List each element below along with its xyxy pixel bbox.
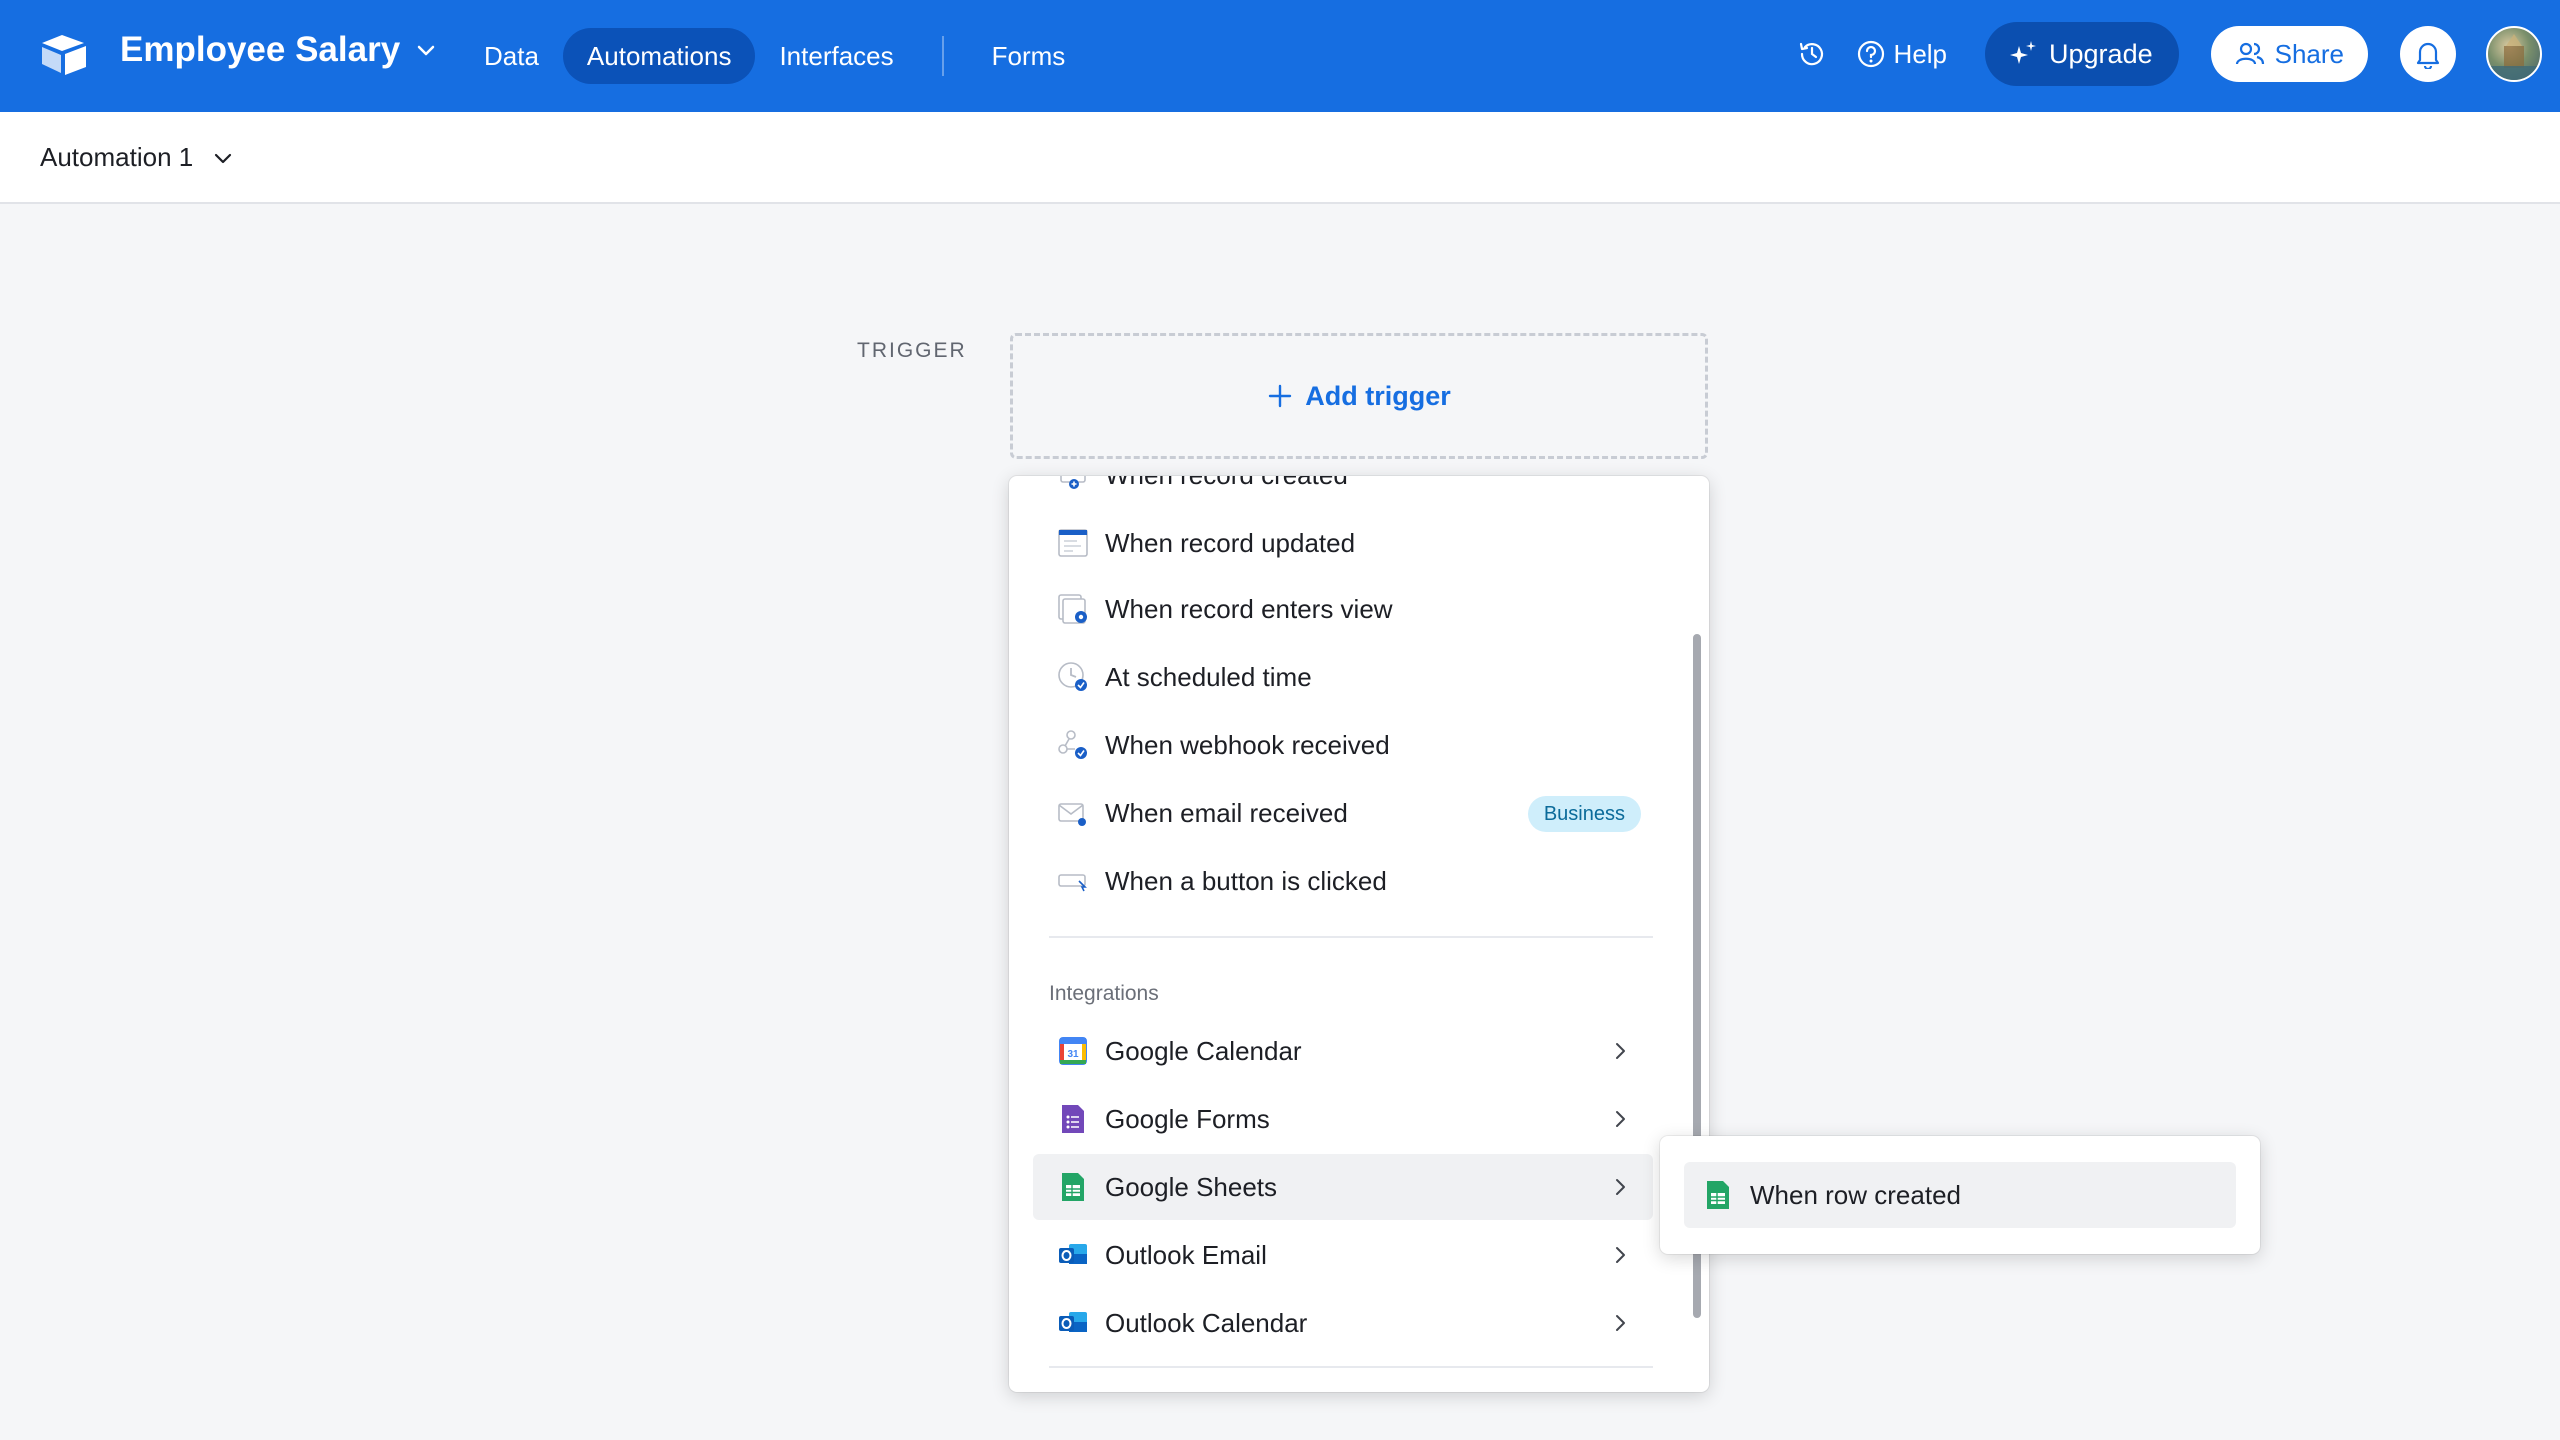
- airtable-logo-icon[interactable]: [40, 33, 88, 77]
- integration-item-label: Google Sheets: [1105, 1171, 1278, 1202]
- submenu-item-label: When row created: [1750, 1179, 1961, 1210]
- integration-item-label: Google Forms: [1105, 1103, 1270, 1134]
- add-trigger-button[interactable]: Add trigger: [1010, 333, 1708, 459]
- google-sheets-submenu: When row created: [1660, 1136, 2260, 1254]
- integrations-section-label: Integrations: [1049, 982, 1159, 1005]
- google-forms-icon: [1057, 1103, 1089, 1135]
- automation-name: Automation 1: [40, 142, 194, 172]
- integration-item-outlook-calendar[interactable]: Outlook Calendar: [1033, 1290, 1653, 1356]
- webhook-icon: [1057, 729, 1089, 761]
- help-label: Help: [1893, 38, 1948, 69]
- integration-item-google-forms[interactable]: Google Forms: [1033, 1086, 1653, 1152]
- trigger-item-email-received[interactable]: When email received Business: [1033, 780, 1653, 846]
- nav-forms[interactable]: Forms: [968, 28, 1090, 84]
- nav-interfaces[interactable]: Interfaces: [755, 28, 917, 84]
- google-sheets-icon: [1702, 1179, 1734, 1211]
- trigger-item-label: When record updated: [1105, 527, 1356, 558]
- integration-item-google-calendar[interactable]: 31 Google Calendar: [1033, 1018, 1653, 1084]
- base-name-menu[interactable]: Employee Salary: [120, 30, 438, 70]
- dropdown-divider: [1049, 1366, 1653, 1368]
- integration-item-label: Google Calendar: [1105, 1035, 1302, 1066]
- help-icon: [1857, 40, 1884, 68]
- plus-icon: [1269, 384, 1292, 408]
- automation-subbar: Automation 1: [0, 112, 2560, 204]
- email-icon: [1057, 797, 1089, 829]
- svg-text:31: 31: [1067, 1049, 1079, 1060]
- nav-data[interactable]: Data: [460, 28, 563, 84]
- dropdown-divider: [1049, 936, 1653, 938]
- chevron-right-icon: [1616, 1315, 1625, 1331]
- people-icon: [2235, 42, 2264, 65]
- record-updated-icon: [1057, 527, 1089, 559]
- nav-automations[interactable]: Automations: [562, 28, 756, 84]
- trigger-item-webhook-received[interactable]: When webhook received: [1033, 712, 1653, 778]
- share-label: Share: [2274, 38, 2344, 69]
- add-trigger-label: Add trigger: [1305, 380, 1451, 411]
- trigger-item-label: When record created: [1105, 476, 1348, 491]
- outlook-icon: [1057, 1239, 1089, 1271]
- notifications-bell-icon[interactable]: [2400, 26, 2456, 82]
- trigger-item-label: When webhook received: [1105, 729, 1390, 760]
- outlook-calendar-icon: [1057, 1307, 1089, 1339]
- record-created-icon: [1057, 476, 1089, 491]
- user-avatar[interactable]: [2486, 26, 2542, 82]
- trigger-item-label: When a button is clicked: [1105, 865, 1387, 896]
- trigger-dropdown: When record created When record updated …: [1009, 476, 1709, 1392]
- google-calendar-icon: 31: [1057, 1035, 1089, 1067]
- chevron-right-icon: [1616, 1043, 1625, 1059]
- history-icon[interactable]: [1790, 32, 1834, 76]
- integration-item-google-sheets[interactable]: Google Sheets: [1033, 1154, 1653, 1220]
- chevron-down-icon: [417, 45, 435, 56]
- header-tools: Help Upgrade Share: [1790, 22, 2542, 86]
- trigger-item-record-updated[interactable]: When record updated: [1033, 510, 1653, 576]
- help-button[interactable]: Help: [1856, 39, 1947, 70]
- trigger-item-record-created[interactable]: When record created: [1033, 476, 1653, 508]
- trigger-item-label: When record enters view: [1105, 593, 1393, 624]
- chevron-right-icon: [1616, 1179, 1625, 1195]
- trigger-section-label: TRIGGER: [857, 339, 967, 362]
- trigger-item-scheduled-time[interactable]: At scheduled time: [1033, 644, 1653, 710]
- chevron-down-icon: [215, 153, 232, 163]
- submenu-item-row-created[interactable]: When row created: [1684, 1162, 2236, 1228]
- chevron-right-icon: [1616, 1111, 1625, 1127]
- business-plan-badge: Business: [1527, 796, 1641, 832]
- sparkle-icon: [2010, 41, 2037, 64]
- nav-divider: [941, 36, 944, 76]
- trigger-item-button-clicked[interactable]: When a button is clicked: [1033, 848, 1653, 914]
- record-enters-view-icon: [1057, 593, 1089, 625]
- upgrade-label: Upgrade: [2049, 38, 2153, 69]
- main-nav: Data Automations Interfaces Forms: [460, 28, 1089, 84]
- upgrade-button[interactable]: Upgrade: [1985, 22, 2179, 86]
- integration-item-outlook-email[interactable]: Outlook Email: [1033, 1222, 1653, 1288]
- clock-icon: [1057, 661, 1089, 693]
- automation-name-menu[interactable]: Automation 1: [40, 142, 235, 173]
- trigger-item-record-enters-view[interactable]: When record enters view: [1033, 576, 1653, 642]
- base-name: Employee Salary: [120, 30, 401, 69]
- google-sheets-icon: [1057, 1171, 1089, 1203]
- share-button[interactable]: Share: [2210, 26, 2368, 82]
- trigger-item-label: When email received: [1105, 797, 1348, 828]
- button-icon: [1057, 865, 1089, 897]
- integration-item-label: Outlook Calendar: [1105, 1307, 1308, 1338]
- top-bar: Employee Salary Data Automations Interfa…: [0, 0, 2560, 112]
- trigger-item-label: At scheduled time: [1105, 661, 1312, 692]
- integration-item-label: Outlook Email: [1105, 1239, 1267, 1270]
- chevron-right-icon: [1616, 1247, 1625, 1263]
